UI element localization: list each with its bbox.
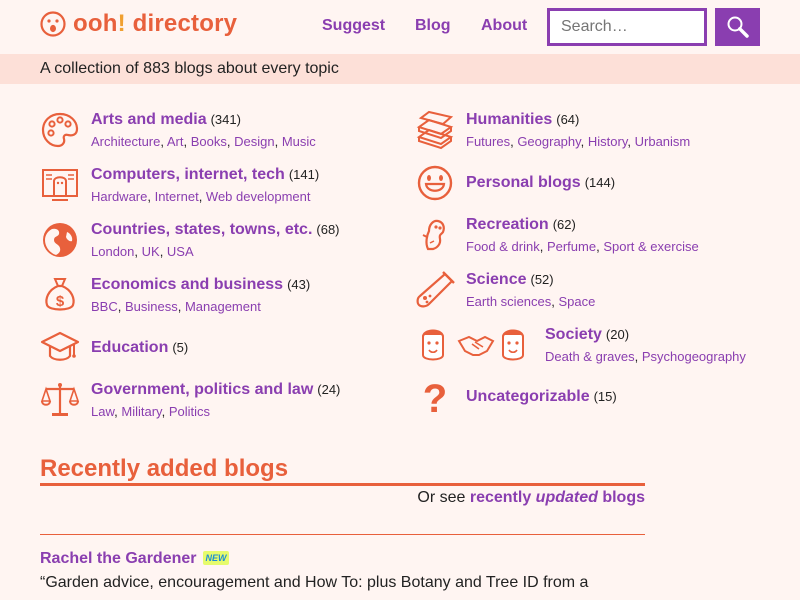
subcategory-link[interactable]: BBC	[91, 299, 118, 314]
subcategory-link[interactable]: Geography	[517, 134, 580, 149]
subcategory-link[interactable]: Food & drink	[466, 239, 540, 254]
palette-icon	[41, 112, 79, 148]
category-link[interactable]: Uncategorizable	[466, 388, 590, 405]
category-link[interactable]: Education	[91, 339, 168, 356]
category-count: (43)	[287, 277, 311, 292]
category-count: (20)	[605, 327, 630, 342]
category-count: (64)	[556, 112, 580, 127]
search-button[interactable]	[715, 8, 760, 46]
subcategory-link[interactable]: Business	[125, 299, 178, 314]
category-count: (68)	[316, 222, 340, 237]
smiley-icon	[417, 165, 453, 201]
subcategory-link[interactable]: Politics	[169, 404, 210, 419]
subcategory-link[interactable]: Internet	[155, 189, 199, 204]
site-header: ooh! directory Suggest Blog About	[0, 0, 800, 54]
surprised-face-icon	[40, 11, 66, 37]
category-count: (62)	[552, 217, 576, 232]
handshake-people-icon	[422, 329, 524, 361]
subcategory-link[interactable]: Law	[91, 404, 114, 419]
subcategory-link[interactable]: Death & graves	[545, 349, 635, 364]
blog-entry-title[interactable]: Rachel the Gardener	[40, 550, 197, 568]
site-name: ooh! directory	[73, 10, 238, 37]
globe-icon	[43, 223, 77, 257]
recently-updated-link[interactable]: recently updated blogs	[470, 489, 645, 506]
subcategory-link[interactable]: Futures	[466, 134, 510, 149]
subcategory-link[interactable]: London	[91, 244, 134, 259]
tagline-bar: A collection of 883 blogs about every to…	[0, 54, 800, 84]
section-divider	[40, 483, 645, 486]
search-icon	[727, 16, 749, 38]
new-badge: NEW	[203, 551, 229, 565]
category-count: (341)	[210, 112, 241, 127]
svg-text:$: $	[56, 293, 65, 310]
question-mark-icon: ?	[423, 378, 447, 418]
or-see-line: Or see recently updated blogs	[417, 489, 645, 506]
test-tube-icon	[416, 271, 455, 308]
character-icon	[422, 219, 445, 251]
subcategory-link[interactable]: Military	[121, 404, 161, 419]
subcategory-link[interactable]: History	[588, 134, 627, 149]
subcategory-link[interactable]: Earth sciences	[466, 294, 551, 309]
category-link[interactable]: Recreation	[466, 216, 549, 233]
nav-suggest[interactable]: Suggest	[322, 17, 385, 35]
money-bag-icon: $	[45, 278, 75, 311]
recently-added-heading: Recently added blogs	[40, 455, 289, 482]
site-logo[interactable]: ooh! directory	[40, 10, 237, 38]
subcategory-link[interactable]: Art	[167, 134, 184, 149]
subcategory-link[interactable]: Sport & exercise	[603, 239, 698, 254]
category-link[interactable]: Government, politics and law	[91, 381, 313, 398]
computer-icon	[42, 169, 78, 201]
graduation-cap-icon	[40, 331, 80, 361]
category-count: (144)	[584, 175, 616, 190]
category-link[interactable]: Personal blogs	[466, 174, 581, 191]
category-count: (5)	[172, 340, 189, 355]
category-link[interactable]: Countries, states, towns, etc.	[91, 221, 312, 238]
category-count: (141)	[288, 167, 320, 182]
subcategory-link[interactable]: Music	[282, 134, 316, 149]
category-count: (24)	[317, 382, 341, 397]
books-icon	[416, 110, 454, 150]
category-link[interactable]: Society	[545, 326, 602, 343]
subcategory-link[interactable]: Urbanism	[635, 134, 691, 149]
subcategory-link[interactable]: Web development	[206, 189, 311, 204]
subcategory-link[interactable]: Books	[191, 134, 227, 149]
svg-text:?: ?	[423, 378, 447, 418]
subcategory-link[interactable]: Psychogeography	[642, 349, 746, 364]
category-count: (15)	[593, 389, 617, 404]
category-link[interactable]: Humanities	[466, 111, 552, 128]
subcategory-link[interactable]: Management	[185, 299, 261, 314]
category-link[interactable]: Economics and business	[91, 276, 283, 293]
subcategory-link[interactable]: USA	[167, 244, 194, 259]
subcategory-link[interactable]: Hardware	[91, 189, 147, 204]
subcategory-link[interactable]: Design	[234, 134, 274, 149]
category-link[interactable]: Science	[466, 271, 526, 288]
entry-divider	[40, 534, 645, 535]
blog-entry-description: “Garden advice, encouragement and How To…	[40, 574, 589, 591]
search-input[interactable]	[547, 8, 707, 46]
scales-icon	[40, 383, 80, 416]
subcategory-link[interactable]: Perfume	[547, 239, 596, 254]
category-link[interactable]: Arts and media	[91, 111, 207, 128]
nav-blog[interactable]: Blog	[415, 17, 451, 35]
nav-about[interactable]: About	[481, 17, 527, 35]
subcategory-link[interactable]: Space	[559, 294, 596, 309]
category-link[interactable]: Computers, internet, tech	[91, 166, 285, 183]
category-count: (52)	[530, 272, 554, 287]
tagline: A collection of 883 blogs about every to…	[40, 60, 339, 77]
subcategory-link[interactable]: Architecture	[91, 134, 160, 149]
subcategory-link[interactable]: UK	[142, 244, 160, 259]
